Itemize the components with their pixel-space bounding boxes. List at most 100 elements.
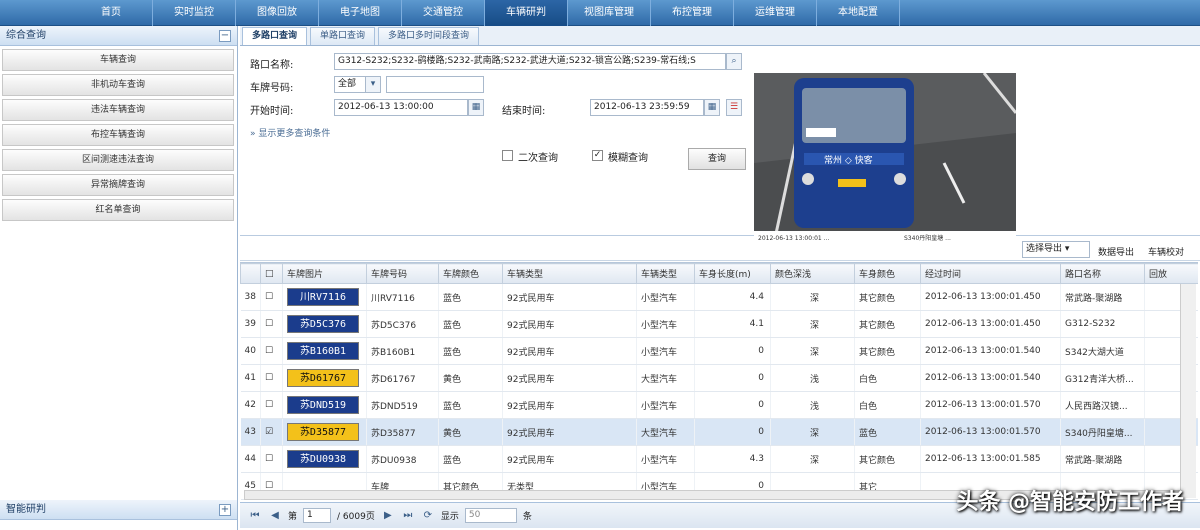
plate-image-cell[interactable]: 川RV7116 (282, 283, 367, 311)
table-row[interactable]: 43 ☑ 苏D35877 苏D35877 黄色 92式民用车 大型汽车 0 深蓝色 2012-06… (240, 418, 1198, 446)
sidebar-item[interactable]: 车辆查询 (2, 49, 234, 71)
start-time-input[interactable]: 2012-06-13 13:00:00 (334, 99, 468, 116)
column-header[interactable]: 车牌颜色 (438, 263, 503, 284)
row-checkbox[interactable]: ☐ (260, 283, 283, 311)
row-checkbox[interactable]: ☐ (260, 310, 283, 338)
row-checkbox[interactable]: ☐ (260, 445, 283, 473)
table-row[interactable]: 42 ☐ 苏DND519 苏DND519 蓝色 92式民用车 小型汽车 0 浅白色 2012-06… (240, 391, 1198, 419)
sidebar-item[interactable]: 区间测速违法查询 (2, 149, 234, 171)
cell-plate: 苏B160B1 (366, 337, 439, 365)
route-sign: 常州 ◇ 快客 (824, 154, 873, 166)
vehicle-snapshot[interactable]: 常州 ◇ 快客 2012-06-13 13:00:01 ... S340丹阳皇塘… (754, 73, 1016, 243)
export-link[interactable]: 数据导出 (1098, 245, 1134, 258)
query-tabs: 多路口查询 单路口查询 多路口多时间段查询 (240, 26, 1200, 46)
column-header[interactable]: 颜色深浅 (770, 263, 855, 284)
tab[interactable]: 单路口查询 (310, 27, 376, 45)
calendar-icon[interactable]: ▦ (468, 99, 484, 116)
nav-item[interactable]: 视图库管理 (568, 0, 651, 26)
cell-ctype: 小型汽车 (636, 337, 695, 365)
end-time-input[interactable]: 2012-06-13 23:59:59 (590, 99, 704, 116)
sidebar-item[interactable]: 布控车辆查询 (2, 124, 234, 146)
plate-image: 苏B160B1 (287, 342, 359, 360)
table-row[interactable]: 44 ☐ 苏DU0938 苏DU0938 蓝色 92式民用车 小型汽车 4.3 深其它颜色 201… (240, 445, 1198, 473)
column-header[interactable]: 回放 (1144, 263, 1198, 284)
last-page-icon[interactable]: ⏭ (401, 509, 415, 523)
collapse-icon[interactable]: − (219, 30, 231, 42)
more-conditions-link[interactable]: » 显示更多查询条件 (250, 126, 330, 139)
query-button[interactable]: 查询 (688, 148, 746, 170)
cell-body: 其它颜色 (854, 445, 921, 473)
cell-shade: 深 (770, 337, 855, 365)
page-input[interactable]: 1 (303, 508, 332, 523)
crossing-input[interactable]: G312-S232;S232-鹞楼路;S232-武南路;S232-武进大道;S2… (334, 53, 726, 70)
column-header[interactable]: 车身颜色 (854, 263, 921, 284)
calendar-icon[interactable]: ▦ (704, 99, 720, 116)
cell-pcolor: 蓝色 (438, 283, 503, 311)
nav-item[interactable]: 运维管理 (734, 0, 817, 26)
nav-item[interactable]: 布控管理 (651, 0, 734, 26)
tab[interactable]: 多路口查询 (242, 27, 308, 45)
sidebar-item[interactable]: 红名单查询 (2, 199, 234, 221)
select-all-checkbox[interactable]: □ (265, 269, 274, 279)
nav-item[interactable]: 交通管控 (402, 0, 485, 26)
row-checkbox[interactable]: ☑ (260, 418, 283, 446)
plate-image-cell[interactable]: 苏DU0938 (282, 445, 367, 473)
column-header[interactable]: 车牌图片 (282, 263, 367, 284)
table-row[interactable]: 38 ☐ 川RV7116 川RV7116 蓝色 92式民用车 小型汽车 4.4 深其它颜色 201… (240, 283, 1198, 311)
plate-image-cell[interactable]: 苏B160B1 (282, 337, 367, 365)
tab[interactable]: 多路口多时间段查询 (378, 27, 480, 45)
refresh-icon[interactable]: ⟳ (421, 509, 435, 523)
vertical-scrollbar[interactable] (1180, 284, 1196, 498)
row-checkbox[interactable]: ☐ (260, 364, 283, 392)
column-header[interactable]: 车身长度(m) (694, 263, 771, 284)
cell-body: 白色 (854, 364, 921, 392)
nav-item[interactable]: 实时监控 (153, 0, 236, 26)
nav-item[interactable]: 本地配置 (817, 0, 900, 26)
table-row[interactable]: 39 ☐ 苏D5C376 苏D5C376 蓝色 92式民用车 小型汽车 4.1 深其它颜色 201… (240, 310, 1198, 338)
search-icon[interactable]: ⌕ (726, 53, 742, 70)
nav-item[interactable]: 车辆研判 (485, 0, 568, 26)
nav-item[interactable]: 电子地图 (319, 0, 402, 26)
first-page-icon[interactable]: ⏮ (248, 509, 262, 523)
column-header[interactable]: 路口名称 (1060, 263, 1145, 284)
chevron-down-icon[interactable]: ▾ (365, 76, 381, 93)
row-checkbox[interactable]: ☐ (260, 391, 283, 419)
table-row[interactable]: 40 ☐ 苏B160B1 苏B160B1 蓝色 92式民用车 小型汽车 0 深其它颜色 2012-… (240, 337, 1198, 365)
nav-item[interactable]: 首页 (70, 0, 153, 26)
second-query-checkbox[interactable] (502, 150, 513, 161)
page-size-unit: 条 (522, 512, 532, 522)
results-table: □ 车牌图片 车牌号码 车牌颜色 车辆类型 车辆类型 车身长度(m) 颜色深浅 车身颜色 经过时间… (240, 262, 1198, 500)
column-header[interactable]: 经过时间 (920, 263, 1061, 284)
column-header[interactable]: 车牌号码 (366, 263, 439, 284)
cell-shade: 深 (770, 418, 855, 446)
sidebar-item[interactable]: 异常摘牌查询 (2, 174, 234, 196)
prev-page-icon[interactable]: ◀ (268, 509, 282, 523)
plate-image-cell[interactable]: 苏D61767 (282, 364, 367, 392)
row-number: 38 (240, 283, 261, 311)
export-select[interactable]: 选择导出 ▾ (1022, 241, 1090, 258)
row-number-header (240, 263, 261, 284)
column-header[interactable]: 车辆类型 (502, 263, 637, 284)
plate-input[interactable] (386, 76, 484, 93)
column-header[interactable]: 车辆类型 (636, 263, 695, 284)
page-size-select[interactable]: 50 (464, 508, 517, 523)
plate-type-select[interactable]: 全部 (334, 76, 368, 93)
verify-link[interactable]: 车辆校对 (1148, 245, 1184, 258)
select-all-header[interactable]: □ (260, 263, 283, 284)
expand-icon[interactable]: + (219, 504, 231, 516)
cell-body: 其它颜色 (854, 337, 921, 365)
sidebar-footer-header[interactable]: 智能研判 + (0, 500, 237, 520)
sidebar-header[interactable]: 综合查询 − (0, 26, 237, 46)
clear-icon[interactable]: ☰ (726, 99, 742, 116)
plate-image-cell[interactable]: 苏D35877 (282, 418, 367, 446)
fuzzy-query-checkbox[interactable]: ✓ (592, 150, 603, 161)
plate-image-cell[interactable]: 苏D5C376 (282, 310, 367, 338)
next-page-icon[interactable]: ▶ (381, 509, 395, 523)
table-body: 38 ☐ 川RV7116 川RV7116 蓝色 92式民用车 小型汽车 4.4 深其它颜色 201… (240, 283, 1198, 500)
sidebar-item[interactable]: 非机动车查询 (2, 74, 234, 96)
sidebar-item[interactable]: 违法车辆查询 (2, 99, 234, 121)
plate-image-cell[interactable]: 苏DND519 (282, 391, 367, 419)
nav-item[interactable]: 图像回放 (236, 0, 319, 26)
table-row[interactable]: 41 ☐ 苏D61767 苏D61767 黄色 92式民用车 大型汽车 0 浅白色 2012-06… (240, 364, 1198, 392)
row-checkbox[interactable]: ☐ (260, 337, 283, 365)
